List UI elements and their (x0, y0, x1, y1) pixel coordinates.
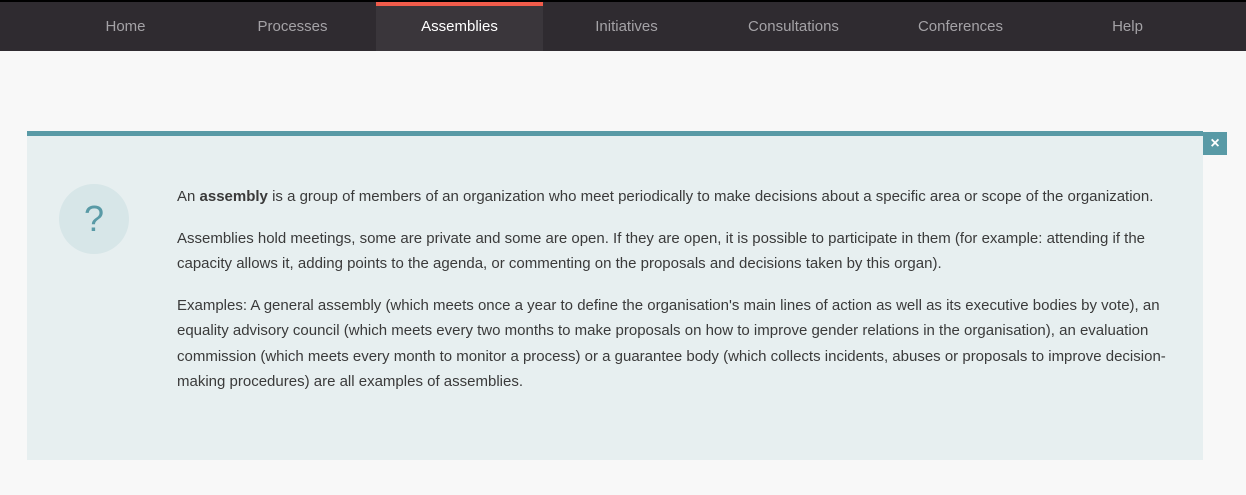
nav-label-initiatives: Initiatives (595, 18, 658, 35)
nav-assemblies[interactable]: Assemblies (376, 2, 543, 51)
help-paragraph-3: Examples: A general assembly (which meet… (177, 296, 1166, 391)
nav-conferences[interactable]: Conferences (877, 2, 1044, 51)
help-paragraph-1-prefix: An (177, 188, 200, 205)
help-paragraph-2: Assemblies hold meetings, some are priva… (177, 229, 1146, 273)
nav-label-home: Home (105, 18, 146, 35)
nav-label-help: Help (1112, 18, 1143, 35)
close-icon[interactable]: × (1203, 132, 1227, 155)
nav-processes[interactable]: Processes (209, 2, 376, 51)
nav-label-processes: Processes (257, 18, 328, 35)
nav-home[interactable]: Home (42, 2, 209, 51)
nav-consultations[interactable]: Consultations (710, 2, 877, 51)
help-paragraph-1: An assembly is a group of members of an … (177, 184, 1172, 210)
question-icon: ? (59, 184, 129, 254)
help-paragraph-1-suffix: is a group of members of an organization… (267, 188, 1154, 205)
nav-initiatives[interactable]: Initiatives (543, 2, 710, 51)
nav-label-consultations: Consultations (748, 18, 839, 35)
nav-label-conferences: Conferences (917, 18, 1004, 35)
help-text: An assembly is a group of members of an … (177, 184, 1172, 411)
nav-help[interactable]: Help (1044, 2, 1211, 51)
close-button-label: × (1210, 134, 1220, 152)
main-nav: Home Processes Assemblies Initiatives Co… (42, 2, 1211, 51)
nav-label-assemblies: Assemblies (421, 18, 498, 35)
top-navigation-bar: Home Processes Assemblies Initiatives Co… (0, 0, 1246, 51)
help-paragraph-1-bold: assembly (199, 188, 268, 205)
question-icon-glyph: ? (83, 198, 105, 239)
